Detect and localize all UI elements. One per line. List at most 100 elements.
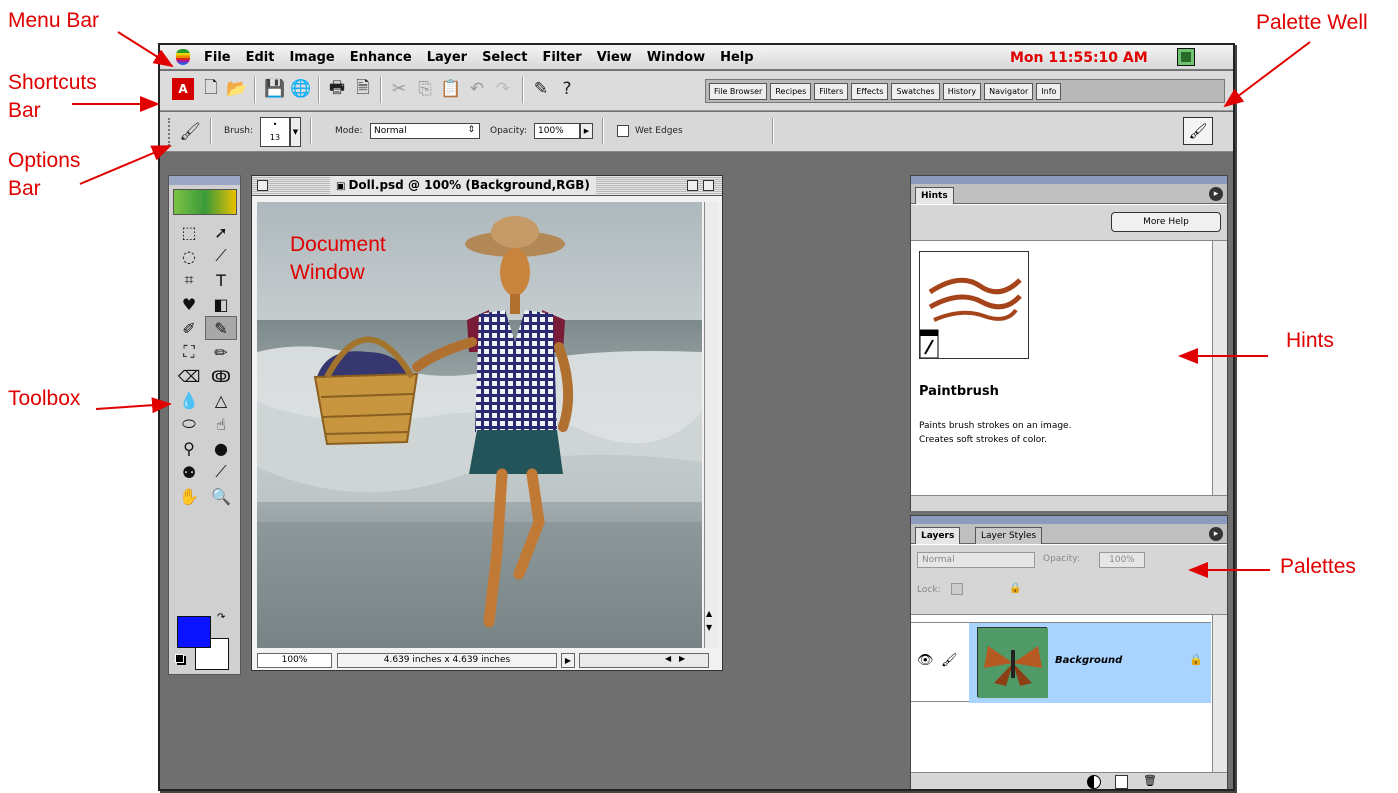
save-icon[interactable]: 💾 <box>264 78 286 100</box>
hints-scrollbar[interactable] <box>1212 241 1227 495</box>
blend-mode-select[interactable]: Normal <box>917 552 1035 568</box>
palette-tab-file-browser[interactable]: File Browser <box>709 82 768 100</box>
apple-menu-icon[interactable] <box>176 49 190 65</box>
hints-palette-title-bar[interactable] <box>911 176 1227 184</box>
opacity-input[interactable]: 100% <box>534 123 580 139</box>
brush-picker[interactable]: • 13 <box>260 117 290 147</box>
new-file-icon[interactable]: 🗋 <box>200 78 222 100</box>
horizontal-scrollbar[interactable] <box>579 653 709 668</box>
menu-select[interactable]: Select <box>482 50 527 65</box>
brush-tool-icon[interactable]: ✐ <box>173 316 205 340</box>
menu-help[interactable]: Help <box>720 50 753 65</box>
hand-tool-icon[interactable]: ✋ <box>173 484 205 508</box>
document-title-bar[interactable]: ▣ Doll.psd @ 100% (Background,RGB) <box>252 176 722 196</box>
cut-icon[interactable]: ✂ <box>388 78 410 100</box>
burn-tool-icon[interactable]: ● <box>205 436 237 460</box>
application-menu-icon[interactable] <box>1177 48 1195 66</box>
menu-edit[interactable]: Edit <box>246 50 275 65</box>
mode-select[interactable]: Normal ⇕ <box>370 123 480 139</box>
palette-tab-history[interactable]: History <box>942 82 982 100</box>
menu-view[interactable]: View <box>597 50 632 65</box>
close-box-icon[interactable] <box>257 180 268 191</box>
layer-row-background[interactable]: 👁 🖌 Background 🔒 <box>911 622 1211 703</box>
brush-options-icon[interactable]: 🖌 <box>1183 117 1213 145</box>
menu-filter[interactable]: Filter <box>542 50 581 65</box>
clone-stamp-tool-icon[interactable]: ⚉ <box>173 460 205 484</box>
lock-all-icon[interactable]: 🔒 <box>1009 583 1021 594</box>
palette-tab-swatches[interactable]: Swatches <box>891 82 940 100</box>
help-icon[interactable]: ? <box>556 78 578 100</box>
scroll-left-icon[interactable]: ◀ <box>665 654 671 663</box>
vertical-scrollbar[interactable]: ▲ ▼ <box>704 202 718 648</box>
eyedropper-tool-icon[interactable]: ⟋ <box>205 460 237 484</box>
palette-tab-navigator[interactable]: Navigator <box>984 82 1034 100</box>
wet-edges-checkbox[interactable] <box>617 125 629 137</box>
lasso-tool-icon[interactable]: ◌ <box>173 244 205 268</box>
zoom-tool-icon[interactable]: 🔍 <box>205 484 237 508</box>
gradient-tool-icon[interactable]: ◧ <box>205 292 237 316</box>
paint-bucket-tool-icon[interactable]: ⛶ <box>173 340 205 364</box>
palette-tab-effects[interactable]: Effects <box>851 82 889 100</box>
layers-scrollbar[interactable] <box>1212 615 1227 772</box>
scroll-up-icon[interactable]: ▲ <box>706 609 712 618</box>
blur-tool-icon[interactable]: 💧 <box>173 388 205 412</box>
move-tool-icon[interactable]: ➚ <box>205 220 237 244</box>
layer-name[interactable]: Background <box>1055 655 1122 666</box>
delete-layer-icon[interactable]: 🗑 <box>1143 774 1157 787</box>
menu-window[interactable]: Window <box>647 50 705 65</box>
toolbox-title-bar[interactable] <box>169 176 240 185</box>
foreground-color-swatch[interactable] <box>177 616 211 648</box>
more-help-button[interactable]: More Help <box>1111 212 1221 232</box>
new-adjustment-layer-icon[interactable] <box>1087 775 1101 789</box>
default-colors-icon[interactable] <box>175 654 184 663</box>
layer-brush-icon[interactable]: 🖌 <box>941 653 958 668</box>
tab-hints[interactable]: Hints <box>915 187 954 204</box>
eraser-tool-icon[interactable]: ⌫ <box>173 364 205 388</box>
zoom-level-field[interactable]: 100% <box>257 653 332 668</box>
palette-tab-info[interactable]: Info <box>1036 82 1062 100</box>
copy-icon[interactable]: ⎘ <box>414 78 436 100</box>
adobe-logo-icon[interactable]: A <box>172 78 194 100</box>
redo-icon[interactable]: ↷ <box>492 78 514 100</box>
smudge-tool-icon[interactable]: ☝ <box>205 412 237 436</box>
collapse-box-icon[interactable] <box>703 180 714 191</box>
dodge-tool-icon[interactable]: ⚲ <box>173 436 205 460</box>
menu-clock[interactable]: Mon 11:55:10 AM <box>1010 50 1148 66</box>
save-for-web-icon[interactable]: 🌐 <box>290 78 312 100</box>
scroll-right-icon[interactable]: ▶ <box>679 654 685 663</box>
magic-wand-tool-icon[interactable]: ⟋ <box>205 244 237 268</box>
palette-menu-icon[interactable]: ▸ <box>1209 527 1223 541</box>
paste-icon[interactable]: 📋 <box>440 78 462 100</box>
print-preview-icon[interactable]: 🗎 <box>352 78 374 100</box>
sponge-tool-icon[interactable]: ⬭ <box>173 412 205 436</box>
tab-layer-styles[interactable]: Layer Styles <box>975 527 1043 544</box>
pencil-tool-icon[interactable]: ✏ <box>205 340 237 364</box>
paintbrush-tool-icon[interactable]: ✎ <box>205 316 237 340</box>
sharpen-tool-icon[interactable]: △ <box>205 388 237 412</box>
swap-colors-icon[interactable]: ↷ <box>217 612 225 623</box>
step-backward-icon[interactable]: ✎ <box>530 78 552 100</box>
layer-opacity-input[interactable]: 100% <box>1099 552 1145 568</box>
menu-file[interactable]: File <box>204 50 231 65</box>
new-layer-icon[interactable] <box>1115 775 1128 789</box>
opacity-slider-arrow[interactable]: ▶ <box>580 123 593 139</box>
marquee-tool-icon[interactable]: ⬚ <box>173 220 205 244</box>
shape-tool-icon[interactable]: ♥ <box>173 292 205 316</box>
lock-transparency-icon[interactable] <box>951 583 963 595</box>
menu-enhance[interactable]: Enhance <box>350 50 412 65</box>
tool-preset-paintbrush-icon[interactable]: 🖌 <box>178 120 202 144</box>
zoom-box-icon[interactable] <box>687 180 698 191</box>
scroll-down-icon[interactable]: ▼ <box>706 623 712 632</box>
layer-visibility-eye-icon[interactable]: 👁 <box>917 653 934 668</box>
palette-tab-filters[interactable]: Filters <box>814 82 849 100</box>
menu-image[interactable]: Image <box>289 50 334 65</box>
status-menu-arrow-icon[interactable]: ▶ <box>561 653 575 668</box>
print-icon[interactable]: 🖶 <box>326 78 348 100</box>
crop-tool-icon[interactable]: ⌗ <box>173 268 205 292</box>
layers-palette-title-bar[interactable] <box>911 516 1227 524</box>
tab-layers[interactable]: Layers <box>915 527 961 544</box>
menu-layer[interactable]: Layer <box>427 50 467 65</box>
palette-tab-recipes[interactable]: Recipes <box>770 82 812 100</box>
open-file-icon[interactable]: 📂 <box>226 78 248 100</box>
type-tool-icon[interactable]: T <box>205 268 237 292</box>
